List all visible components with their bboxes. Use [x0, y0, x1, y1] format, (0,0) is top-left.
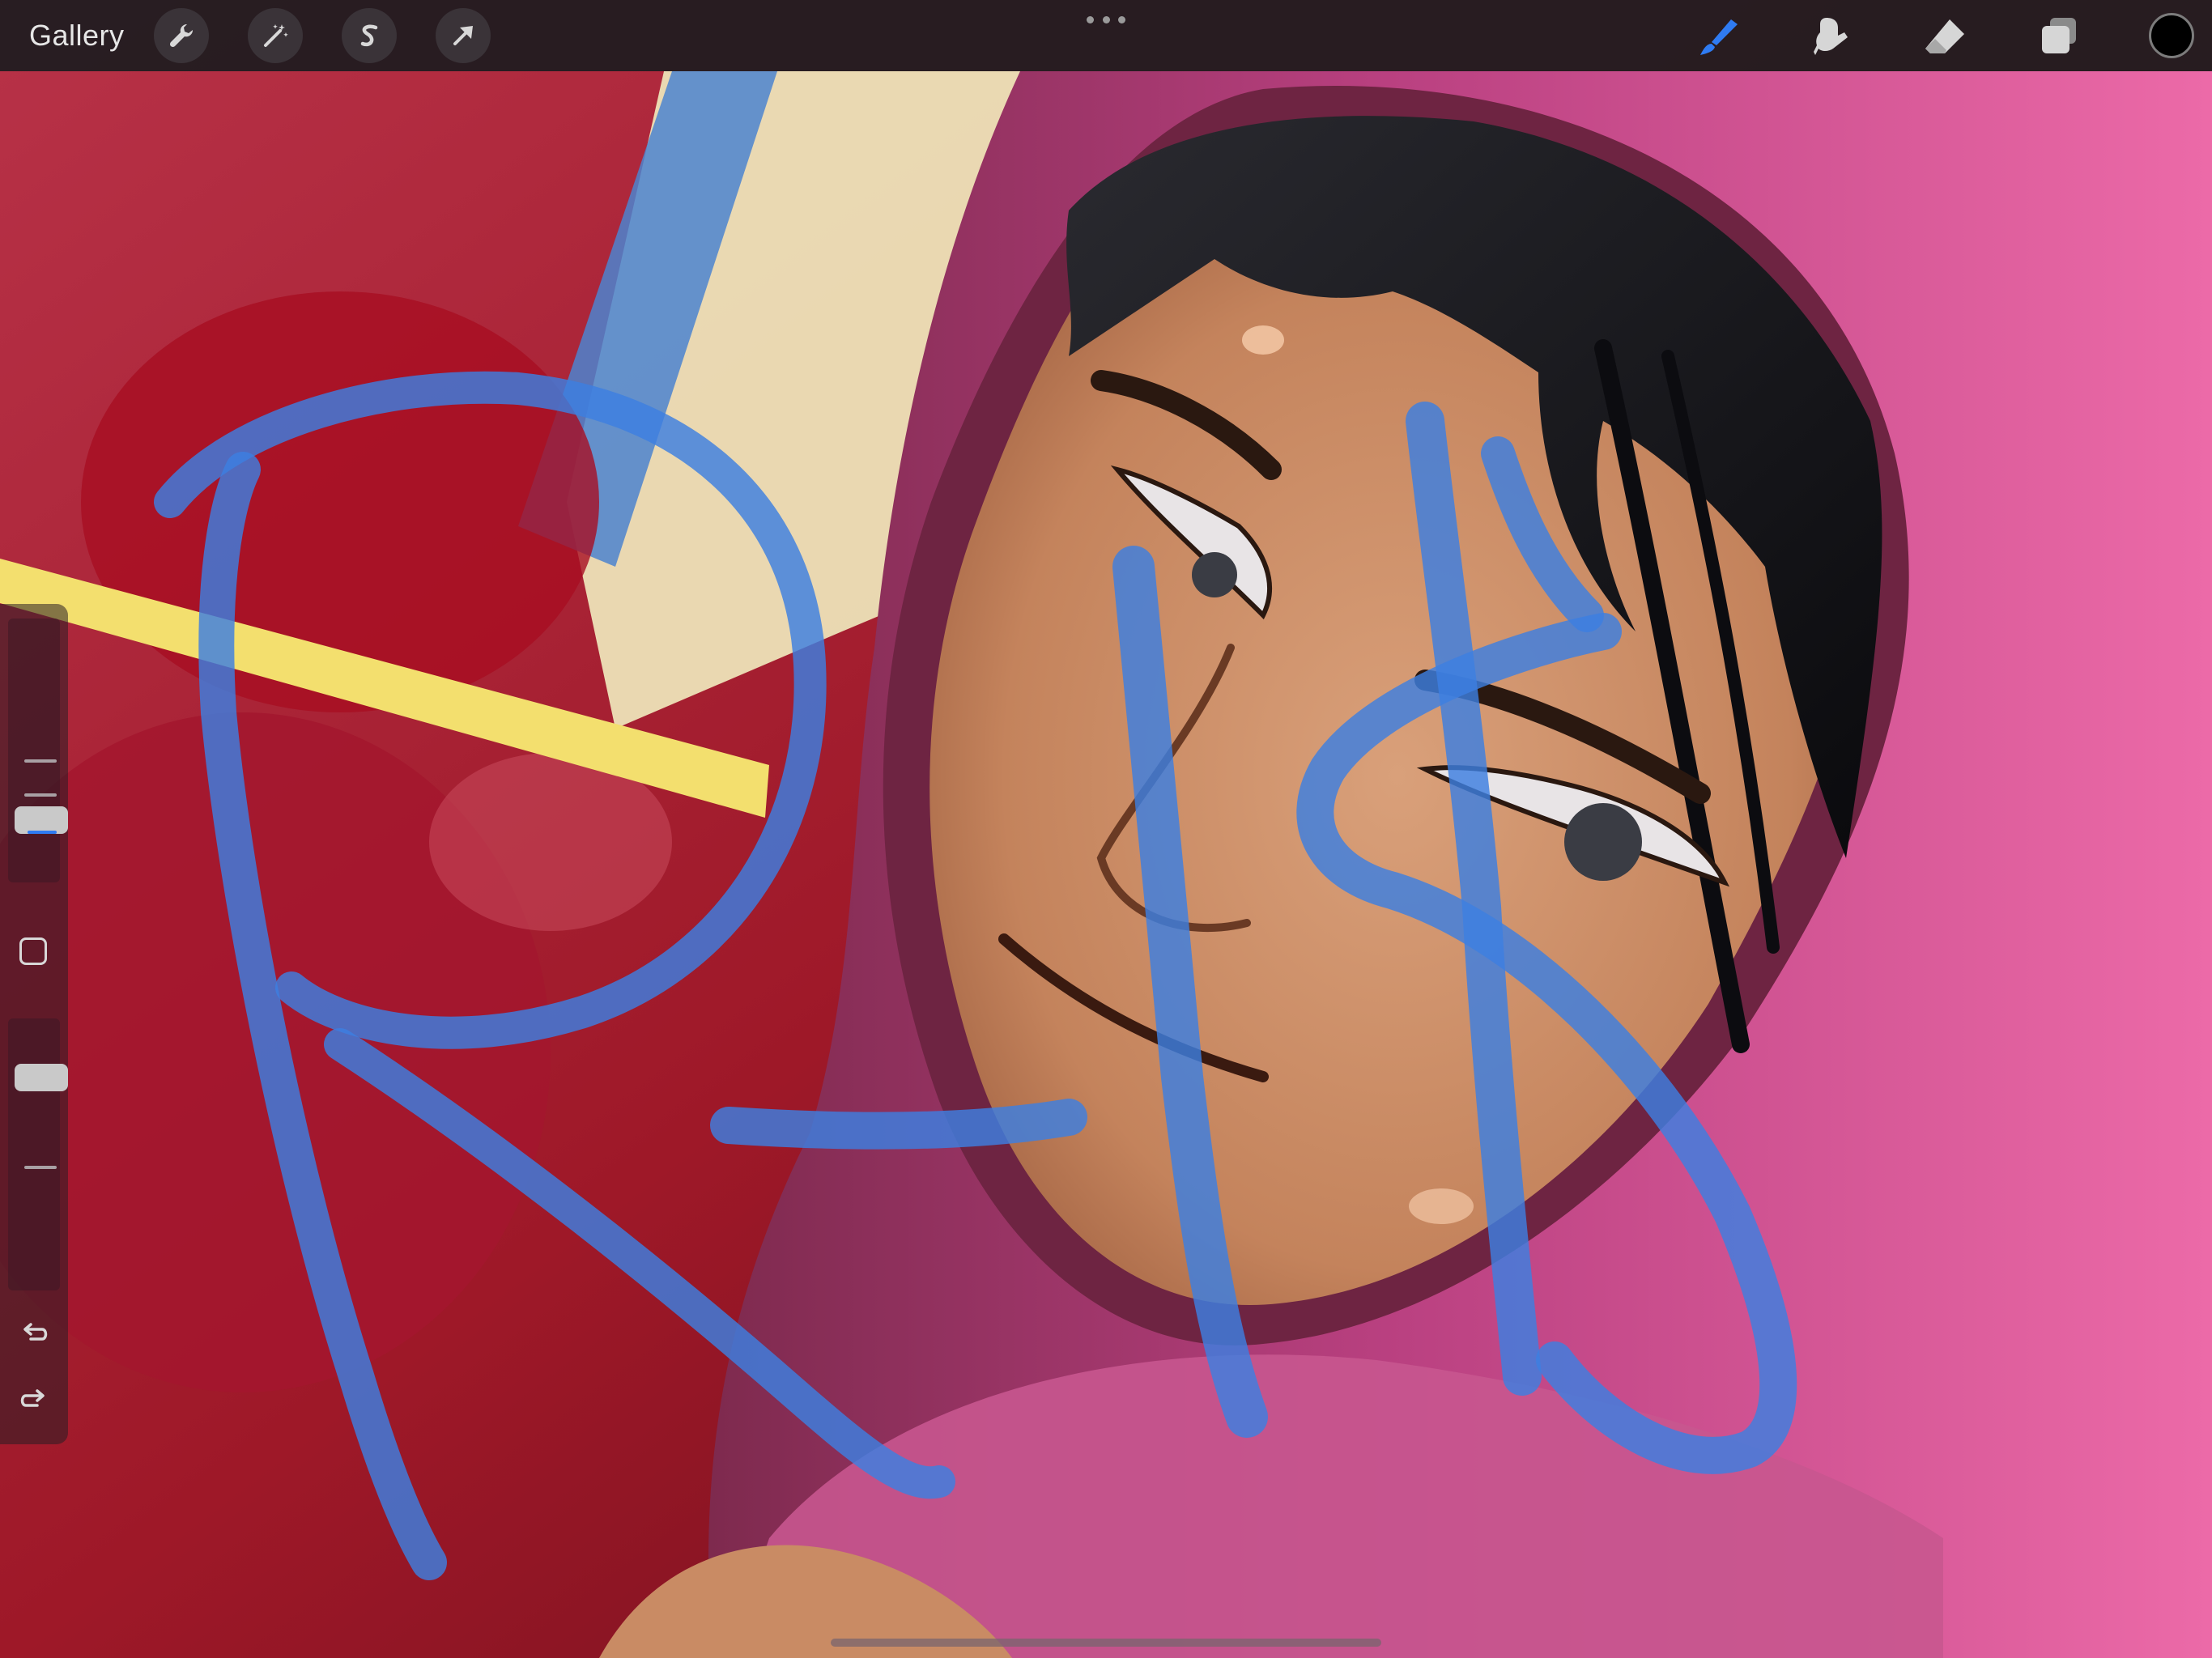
more-dots-icon[interactable] — [1087, 11, 1125, 28]
dot — [1087, 15, 1094, 23]
dot — [1102, 15, 1110, 23]
sweat-drop-2 — [1409, 1188, 1474, 1224]
layers-icon — [2042, 18, 2076, 53]
actions-button[interactable] — [154, 8, 209, 63]
selection-s-icon — [360, 24, 378, 47]
dot — [1118, 15, 1125, 23]
brush-size-indicator — [28, 831, 57, 834]
magic-wand-icon — [264, 24, 288, 47]
left-sidebar — [0, 604, 68, 1444]
brush-icon — [1700, 19, 1738, 55]
adjustments-button[interactable] — [248, 8, 303, 63]
iris-right — [1564, 803, 1642, 881]
sweat-drop — [1242, 325, 1284, 355]
undo-button[interactable] — [15, 1315, 53, 1354]
transform-button[interactable] — [436, 8, 491, 63]
drawing-canvas[interactable] — [0, 0, 2212, 1658]
undo-icon — [23, 1323, 48, 1341]
slider-tick — [24, 1166, 57, 1169]
wrench-icon — [169, 23, 194, 48]
opacity-thumb[interactable] — [15, 1064, 68, 1091]
redo-icon — [20, 1389, 45, 1407]
brush-size-thumb[interactable] — [15, 806, 68, 834]
eraser-tool-button[interactable] — [1917, 8, 1974, 65]
smudge-icon — [1814, 18, 1848, 55]
top-toolbar: Gallery — [0, 0, 2212, 71]
square-modify-icon[interactable] — [19, 937, 47, 965]
redo-button[interactable] — [15, 1381, 53, 1420]
brush-size-slider[interactable] — [8, 619, 68, 882]
slider-tick — [24, 759, 57, 763]
home-indicator[interactable] — [831, 1639, 1381, 1647]
brush-tool-button[interactable] — [1691, 8, 1747, 65]
stroke-letter-i-bar — [710, 1099, 1087, 1150]
selection-button[interactable] — [342, 8, 397, 63]
layers-button[interactable] — [2031, 8, 2087, 65]
iris-left — [1192, 552, 1237, 597]
gallery-button[interactable]: Gallery — [29, 15, 125, 57]
opacity-slider[interactable] — [8, 1018, 68, 1290]
procreate-app: Gallery — [0, 0, 2212, 1658]
transform-arrow-icon — [453, 26, 473, 45]
color-swatch[interactable] — [2149, 13, 2194, 58]
smudge-tool-button[interactable] — [1804, 8, 1861, 65]
eraser-icon — [1925, 19, 1964, 53]
slider-tick — [24, 793, 57, 797]
